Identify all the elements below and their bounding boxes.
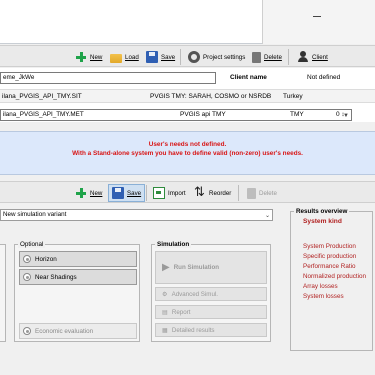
folder-icon <box>110 53 122 63</box>
toolbar-divider <box>288 49 289 65</box>
reorder-variants-button[interactable]: Reorder <box>191 184 234 202</box>
save-variant-button[interactable]: Save <box>108 184 146 202</box>
variant-select[interactable]: New simulation variant ⌄ <box>0 209 273 221</box>
run-simulation-button[interactable]: ▶ Run Simulation <box>155 251 267 284</box>
result-item: Normalized production <box>303 273 366 280</box>
results-overview-group: Results overview <box>290 208 373 351</box>
result-item: Array losses <box>303 283 338 290</box>
toolbar-divider <box>238 185 239 201</box>
client-name-value: Not defined <box>307 74 341 81</box>
minimize-area[interactable] <box>262 0 375 44</box>
status-radio-icon <box>23 255 31 263</box>
optional-group: Optional Horizon Near Shadings Economic … <box>14 241 140 342</box>
project-name-field[interactable]: eme_JkWe <box>0 72 216 84</box>
meteo-extra: 0 ↕ <box>336 111 345 118</box>
meteo-source: PVGIS api TMY <box>180 111 226 118</box>
status-radio-icon <box>23 273 31 281</box>
advanced-simulation-button[interactable]: ⚙ Advanced Simul. <box>155 287 267 301</box>
trash-icon <box>247 187 256 199</box>
result-item: Specific production <box>303 253 357 260</box>
detailed-results-button[interactable]: ▦ Detailed results <box>155 323 267 337</box>
system-kind-label: System kind <box>303 218 342 225</box>
toolbar-divider <box>180 49 181 65</box>
new-project-button[interactable]: New <box>72 48 105 66</box>
system-group-partial <box>0 244 6 342</box>
results-overview-title: Results overview <box>294 208 350 215</box>
project-toolbar: New Load Save Project settings Delete Cl… <box>0 45 375 67</box>
delete-project-button[interactable]: Delete <box>249 48 285 66</box>
result-item: System Production <box>303 243 356 250</box>
play-icon: ▶ <box>162 262 170 273</box>
site-file-name: ilana_PVGIS_API_TMY.SIT <box>2 93 82 100</box>
client-button[interactable]: Client <box>294 48 331 66</box>
new-variant-button[interactable]: New <box>72 184 105 202</box>
save-project-button[interactable]: Save <box>143 48 178 66</box>
meteo-type: TMY <box>290 111 304 118</box>
project-settings-button[interactable]: Project settings <box>185 48 248 66</box>
import-variant-button[interactable]: Import <box>150 184 189 202</box>
near-shadings-button[interactable]: Near Shadings <box>19 269 137 285</box>
minimize-icon <box>313 16 321 17</box>
save-icon <box>112 187 124 199</box>
trash-icon <box>252 51 261 63</box>
warning-line-2: With a Stand-alone system you have to de… <box>72 150 303 157</box>
window-top-strip <box>0 0 375 44</box>
delete-variant-button[interactable]: Delete <box>244 184 280 202</box>
result-item: Performance Ratio <box>303 263 356 270</box>
warning-line-1: User's needs not defined. <box>148 141 227 148</box>
simulation-group-title: Simulation <box>155 241 192 248</box>
client-name-label: Client name <box>230 74 267 81</box>
import-icon <box>153 187 165 199</box>
site-country: Turkey <box>283 93 303 100</box>
plus-icon <box>75 187 87 199</box>
plus-icon <box>75 51 87 63</box>
load-project-button[interactable]: Load <box>107 48 142 66</box>
warning-banner: User's needs not defined. With a Stand-a… <box>0 131 375 175</box>
document-icon: ▤ <box>162 308 168 316</box>
report-button[interactable]: ▤ Report <box>155 305 267 319</box>
chevron-down-icon: ⌄ <box>264 213 270 219</box>
toolbar-divider <box>146 185 147 201</box>
economic-evaluation-button[interactable]: Economic evaluation <box>19 323 137 339</box>
variant-toolbar: New Save Import Reorder Delete <box>0 181 375 203</box>
chart-icon: ▦ <box>162 326 168 334</box>
title-area <box>0 0 262 44</box>
status-radio-icon <box>23 327 31 335</box>
gear-icon: ⚙ <box>162 290 168 298</box>
site-source: PVGIS TMY: SARAH, COSMO or NSRDB <box>150 93 272 100</box>
reorder-arrows-icon <box>194 184 206 200</box>
result-item: System losses <box>303 293 344 300</box>
horizon-button[interactable]: Horizon <box>19 251 137 267</box>
user-icon <box>297 51 309 63</box>
save-icon <box>146 51 158 63</box>
optional-group-title: Optional <box>18 241 46 248</box>
bottom-area <box>0 352 375 375</box>
gear-icon <box>188 51 200 63</box>
